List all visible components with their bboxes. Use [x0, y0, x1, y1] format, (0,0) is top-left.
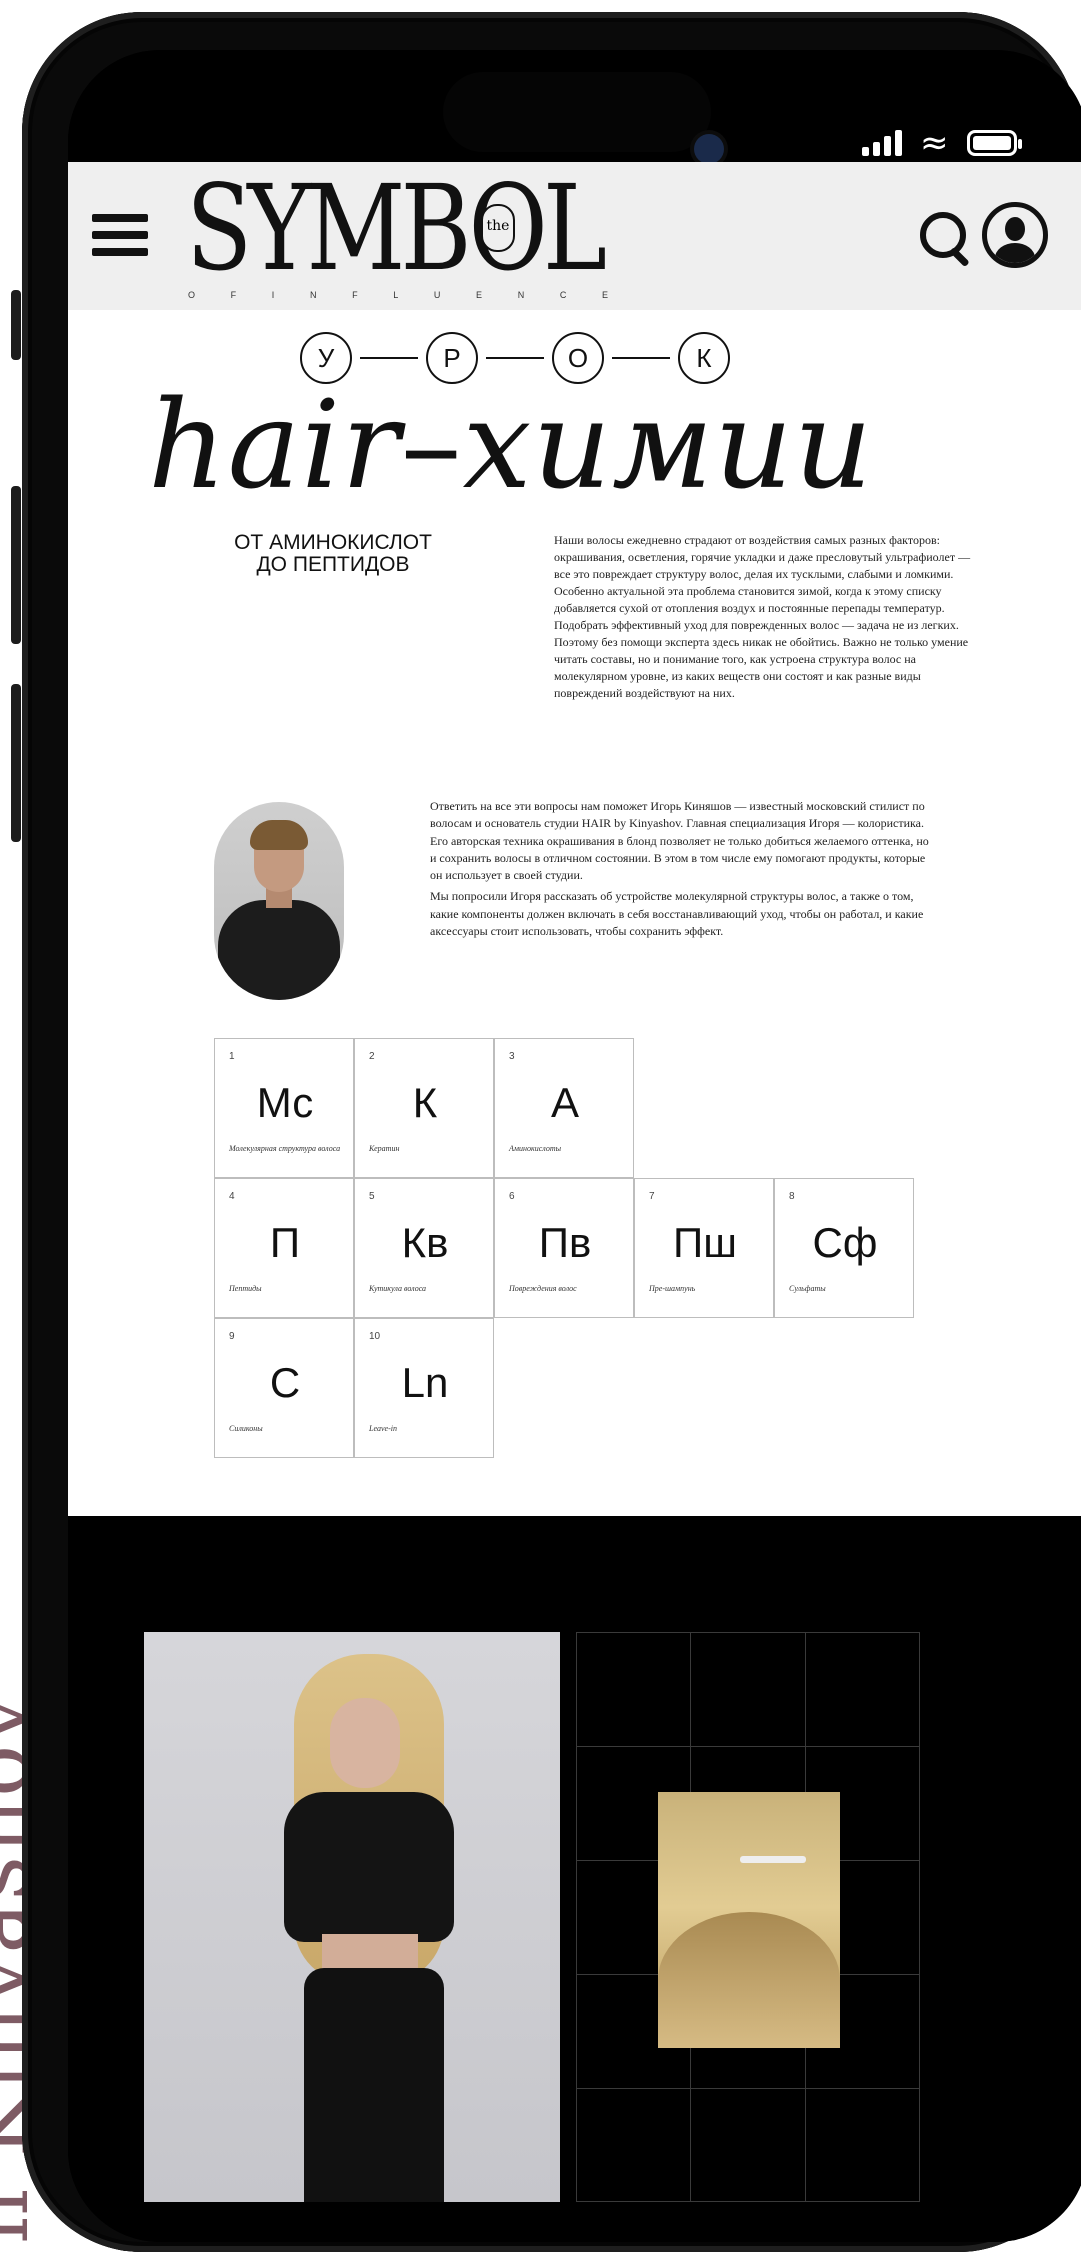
intro-paragraph: Наши волосы ежедневно страдают от воздей… [554, 533, 971, 701]
camera-icon [694, 134, 724, 164]
screen: ≈ SYMBOL the O F I N F L U E N C E У Р О… [68, 50, 1081, 2242]
logo-tagline: O F I N F L U E N C E [188, 290, 608, 300]
status-bar: ≈ [68, 50, 1081, 164]
element-cell[interactable]: 2 К Кератин [354, 1038, 494, 1178]
wifi-icon: ≈ [920, 123, 949, 163]
expert-text: Ответить на все эти вопросы нам поможет … [430, 798, 930, 944]
signal-icon [862, 130, 902, 156]
element-cell[interactable]: 6 Пв Повреждения волос [494, 1178, 634, 1318]
dynamic-island [443, 72, 711, 152]
expert-portrait [214, 802, 344, 1000]
site-logo[interactable]: SYMBOL the O F I N F L U E N C E [186, 163, 608, 304]
expert-paragraph: Мы попросили Игоря рассказать об устройс… [430, 889, 924, 938]
mute-switch [11, 290, 21, 360]
blonde-hair-comb-image [658, 1792, 840, 2048]
user-icon[interactable] [982, 202, 1048, 268]
volume-down-button [11, 684, 21, 842]
hero-subtitle: ОТ АМИНОКИСЛОТ ДО ПЕПТИДОВ [234, 531, 432, 577]
volume-up-button [11, 486, 21, 644]
status-icons: ≈ [862, 123, 1022, 163]
search-icon[interactable] [916, 208, 974, 266]
logo-the-badge: the [481, 204, 515, 252]
phone-frame: ≈ SYMBOL the O F I N F L U E N C E У Р О… [22, 12, 1081, 2252]
menu-icon[interactable] [92, 214, 148, 256]
battery-icon [966, 130, 1022, 156]
site-header: SYMBOL the O F I N F L U E N C E [68, 162, 1081, 310]
element-cell[interactable]: 5 Кв Кутикула волоса [354, 1178, 494, 1318]
element-cell[interactable]: 8 Сф Сульфаты [774, 1178, 914, 1318]
element-cell[interactable]: 3 А Аминокислоты [494, 1038, 634, 1178]
article-page: SYMBOL the O F I N F L U E N C E У Р О К… [68, 162, 1081, 1516]
element-cell[interactable]: 10 Ln Leave-in [354, 1318, 494, 1458]
element-cell[interactable]: 4 П Пептиды [214, 1178, 354, 1318]
hero-title: hair–химии [148, 374, 874, 516]
element-cell[interactable]: 1 Мс Молекулярная структура волоса [214, 1038, 354, 1178]
expert-paragraph: Ответить на все эти вопросы нам поможет … [430, 799, 929, 883]
element-cell[interactable]: 9 С Силиконы [214, 1318, 354, 1458]
element-cell[interactable]: 7 Пш Пре-шампунь [634, 1178, 774, 1318]
model-portrait-image [144, 1632, 560, 2202]
logo-wordmark: SYMBOL [186, 159, 607, 297]
